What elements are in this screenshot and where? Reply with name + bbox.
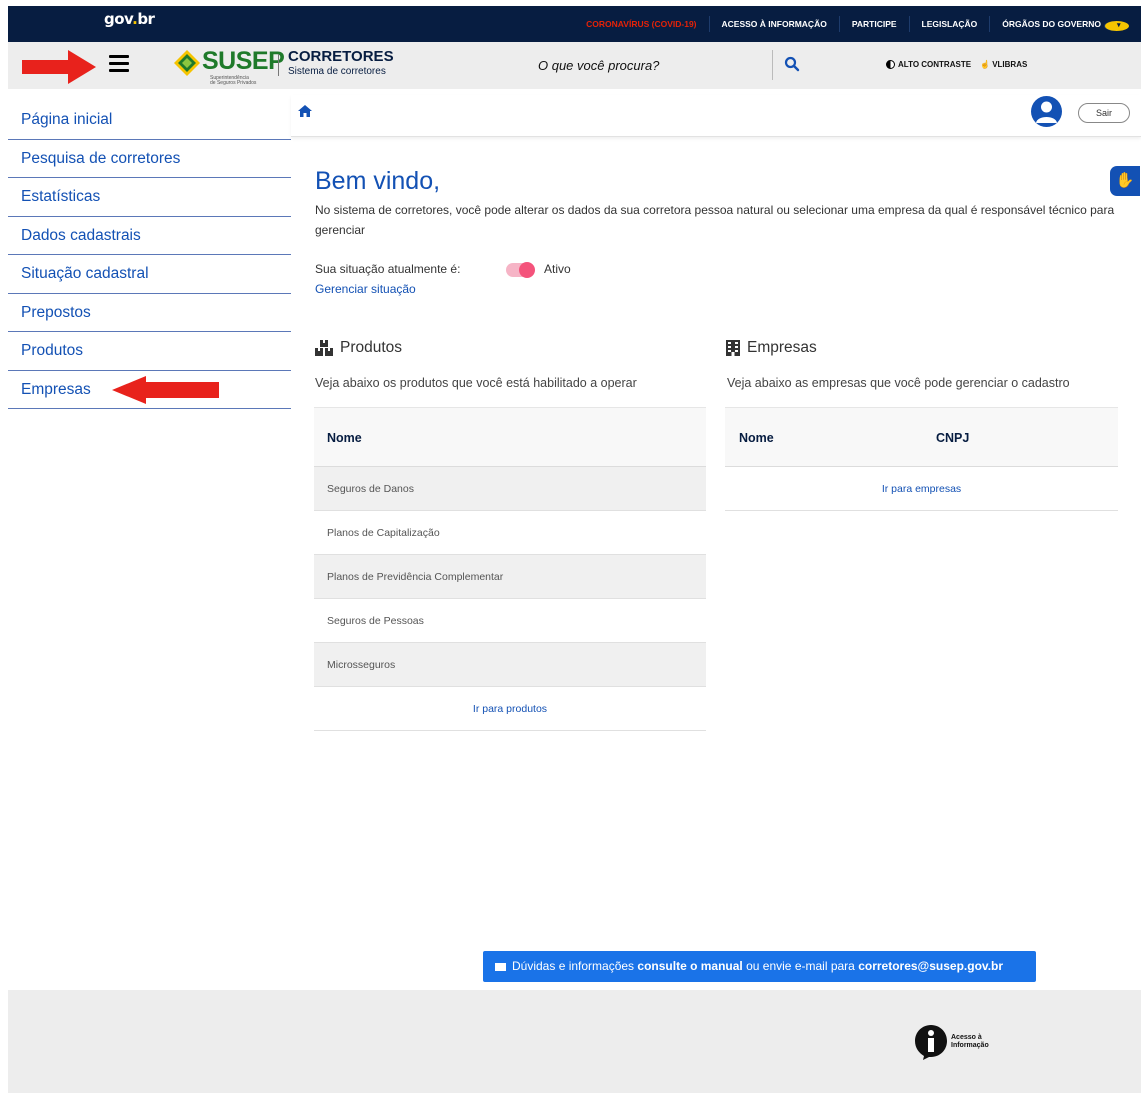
produtos-description: Veja abaixo os produtos que você está ha… xyxy=(315,376,637,390)
status-label: Sua situação atualmente é: xyxy=(315,262,461,276)
logout-button[interactable]: Sair xyxy=(1078,103,1130,123)
building-icon xyxy=(726,340,740,356)
user-avatar[interactable] xyxy=(1031,96,1062,127)
sidebar-item-pesquisa-corretores[interactable]: Pesquisa de corretores xyxy=(8,140,291,178)
sign-language-hand-icon: ✋ xyxy=(1115,172,1135,189)
annotation-arrow-menu xyxy=(22,50,96,84)
go-to-produtos-link[interactable]: Ir para produtos xyxy=(314,687,706,731)
manage-status-link[interactable]: Gerenciar situação xyxy=(315,282,416,296)
table-row: Microsseguros xyxy=(314,643,706,687)
susep-logo-icon xyxy=(174,50,200,76)
welcome-intro: No sistema de corretores, você pode alte… xyxy=(315,203,1115,237)
status-value: Ativo xyxy=(544,262,571,276)
vlibras-button[interactable]: ☝ VLIBRAS xyxy=(980,60,1027,69)
footer: Acesso à Informação xyxy=(8,990,1141,1093)
chevron-down-icon: ▾ xyxy=(1104,21,1129,31)
acesso-informacao-logo[interactable]: Acesso à Informação xyxy=(914,1024,996,1060)
table-row: Seguros de Pessoas xyxy=(314,599,706,643)
table-header: Nome xyxy=(314,407,706,467)
table-row: Planos de Capitalização xyxy=(314,511,706,555)
system-name: CORRETORES Sistema de corretores xyxy=(288,48,394,77)
govbr-link-participe[interactable]: PARTICIPE xyxy=(838,16,909,32)
govbr-logo[interactable]: gov.br xyxy=(104,10,155,28)
system-title: CORRETORES xyxy=(288,48,394,65)
sidebar-item-prepostos[interactable]: Prepostos xyxy=(8,294,291,332)
welcome-title: Bem vindo, xyxy=(315,167,441,195)
sidebar-item-situacao-cadastral[interactable]: Situação cadastral xyxy=(8,255,291,294)
search-input[interactable]: O que você procura? xyxy=(538,58,659,73)
home-icon[interactable] xyxy=(298,105,312,117)
manual-link[interactable]: consulte o manual xyxy=(637,959,742,973)
empresas-section-title: Empresas xyxy=(726,339,817,357)
email-link[interactable]: corretores@susep.gov.br xyxy=(858,959,1003,973)
govbr-link-orgaos[interactable]: ÓRGÃOS DO GOVERNO ▾ xyxy=(989,16,1141,32)
brand-subtitle: Superintendência de Seguros Privados xyxy=(210,75,257,86)
annotation-arrow-empresas xyxy=(112,376,219,404)
column-header-cnpj: CNPJ xyxy=(936,431,970,445)
govbr-link-acesso-informacao[interactable]: ACESSO À INFORMAÇÃO xyxy=(708,16,839,32)
system-subtitle: Sistema de corretores xyxy=(288,66,386,77)
table-header: Nome CNPJ xyxy=(725,407,1118,467)
column-header-nome: Nome xyxy=(739,431,774,445)
go-to-empresas-link[interactable]: Ir para empresas xyxy=(725,467,1118,511)
produtos-section-title: Produtos xyxy=(315,339,402,357)
sidebar-item-estatisticas[interactable]: Estatísticas xyxy=(8,178,291,217)
breadcrumb-bar: Sair xyxy=(291,95,1141,137)
table-row: Seguros de Danos xyxy=(314,467,706,511)
high-contrast-button[interactable]: ALTO CONTRASTE xyxy=(886,60,971,69)
search-divider xyxy=(772,50,773,80)
header-divider xyxy=(278,54,279,76)
contrast-icon xyxy=(886,60,895,69)
sidebar-item-produtos[interactable]: Produtos xyxy=(8,332,291,371)
produtos-table: Nome Seguros de Danos Planos de Capitali… xyxy=(314,407,706,731)
user-icon xyxy=(1036,101,1057,123)
vlibras-widget-button[interactable]: ✋ xyxy=(1110,166,1140,196)
envelope-icon xyxy=(495,963,506,971)
hamburger-menu-button[interactable] xyxy=(109,55,129,72)
sign-language-icon: ☝ xyxy=(980,60,993,69)
column-header-nome: Nome xyxy=(327,431,362,445)
govbr-bar: gov.br CORONAVÍRUS (COVID-19) ACESSO À I… xyxy=(8,6,1141,42)
sidebar-nav: Página inicial Pesquisa de corretores Es… xyxy=(8,101,291,409)
boxes-icon xyxy=(315,340,333,356)
sidebar-item-dados-cadastrais[interactable]: Dados cadastrais xyxy=(8,217,291,255)
govbr-link-covid[interactable]: CORONAVÍRUS (COVID-19) xyxy=(574,16,708,32)
brand-name: SUSEP xyxy=(202,47,285,75)
status-toggle[interactable] xyxy=(506,262,535,278)
site-header: SUSEP Superintendência de Seguros Privado… xyxy=(8,42,1141,89)
govbr-link-legislacao[interactable]: LEGISLAÇÃO xyxy=(908,16,990,32)
info-icon xyxy=(915,1025,947,1060)
help-banner[interactable]: Dúvidas e informações consulte o manual … xyxy=(483,951,1036,982)
table-row: Planos de Previdência Complementar xyxy=(314,555,706,599)
empresas-table: Nome CNPJ Ir para empresas xyxy=(725,407,1118,511)
susep-logo[interactable]: SUSEP Superintendência de Seguros Privado… xyxy=(174,47,285,86)
empresas-description: Veja abaixo as empresas que você pode ge… xyxy=(727,376,1070,390)
acesso-informacao-label: Acesso à Informação xyxy=(951,1034,989,1049)
search-icon[interactable] xyxy=(784,56,800,72)
sidebar-item-pagina-inicial[interactable]: Página inicial xyxy=(8,101,291,140)
govbr-links: CORONAVÍRUS (COVID-19) ACESSO À INFORMAÇ… xyxy=(574,6,1141,42)
